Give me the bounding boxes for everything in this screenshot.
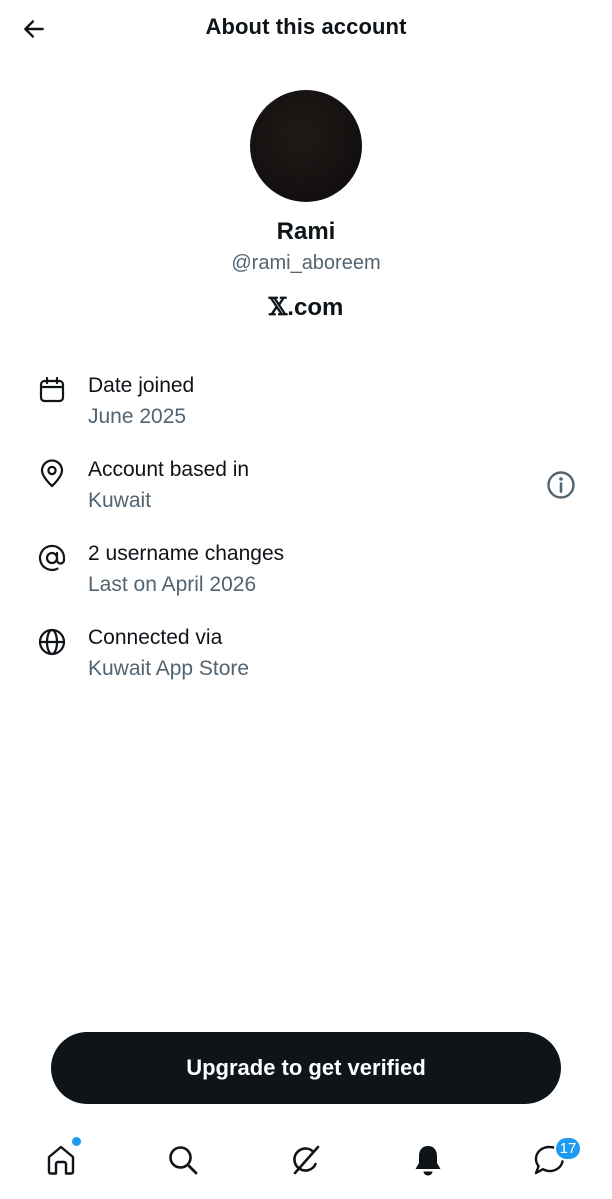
detail-value: Last on April 2026 <box>88 573 257 596</box>
messages-badge: 17 <box>554 1136 582 1161</box>
avatar <box>250 90 362 202</box>
home-icon <box>47 1145 75 1175</box>
info-icon[interactable] <box>544 468 578 502</box>
detail-value: June 2025 <box>88 405 187 428</box>
bottom-navigation <box>0 1130 612 1190</box>
nav-search[interactable] <box>153 1130 213 1190</box>
account-source: 𝕏.com <box>0 292 612 322</box>
top-app-bar: About this account <box>0 0 612 58</box>
calendar-icon <box>39 376 65 403</box>
display-name: Rami <box>276 218 336 245</box>
user-handle: @rami_aboreem <box>231 252 381 274</box>
upgrade-verified-button[interactable]: Upgrade to get verified <box>51 1032 561 1104</box>
detail-title: Date joined <box>88 374 195 397</box>
detail-row-account-location: Account based in Kuwait <box>0 458 612 528</box>
detail-value: Kuwait <box>88 489 152 512</box>
search-icon <box>169 1146 198 1175</box>
notifications-icon <box>415 1146 441 1176</box>
detail-row-username-changes: 2 username changes Last on April 2026 <box>0 542 612 612</box>
grok-icon <box>293 1145 320 1175</box>
detail-row-connected-via: Connected via Kuwait App Store <box>0 626 612 696</box>
nav-notifications[interactable] <box>398 1130 458 1190</box>
detail-title: Connected via <box>88 626 223 649</box>
nav-grok[interactable] <box>276 1130 336 1190</box>
globe-icon <box>38 628 66 656</box>
at-sign-icon <box>38 544 66 572</box>
location-pin-icon <box>40 459 64 488</box>
home-unread-dot <box>72 1137 81 1146</box>
account-source-domain: .com <box>287 294 344 321</box>
detail-title: Account based in <box>88 458 250 481</box>
detail-title: 2 username changes <box>88 542 285 565</box>
detail-row-date-joined: Date joined June 2025 <box>0 374 612 444</box>
x-logo: 𝕏 <box>268 292 288 321</box>
nav-home[interactable] <box>31 1130 91 1190</box>
page-title: About this account <box>205 14 407 39</box>
detail-value: Kuwait App Store <box>88 657 250 680</box>
